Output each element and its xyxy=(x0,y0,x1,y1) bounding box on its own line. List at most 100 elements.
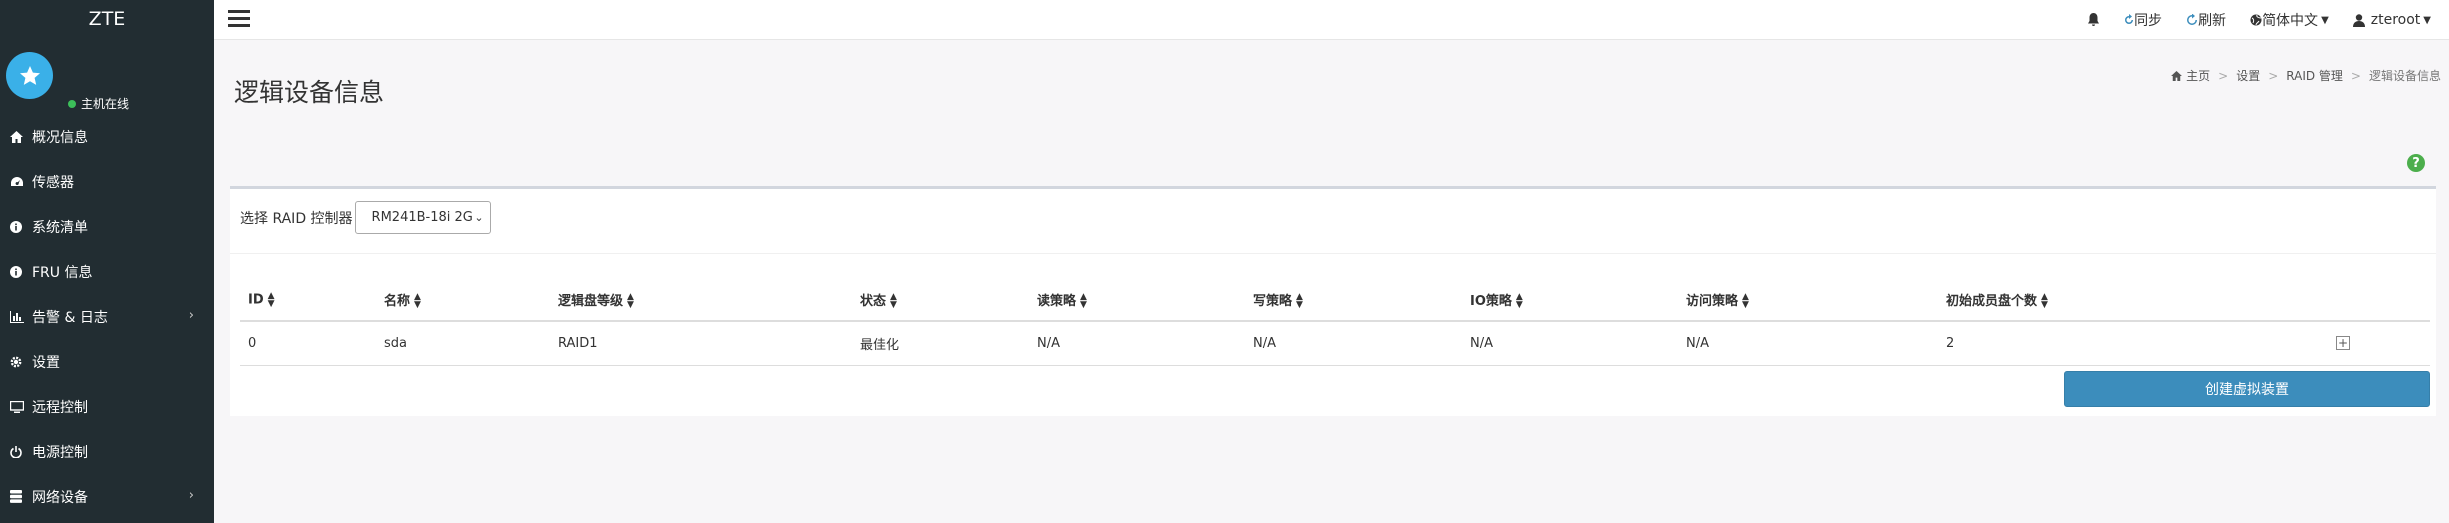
sort-icon: ▲ ▼ xyxy=(414,292,421,311)
sidebar-item-label: 网络设备 xyxy=(32,489,88,506)
column-header-status[interactable]: 状态 ▲ ▼ xyxy=(852,279,1029,322)
divider xyxy=(230,253,2436,254)
sidebar-item-remote-control[interactable]: 远程控制 xyxy=(0,384,214,429)
sidebar-item-label: 传感器 xyxy=(32,174,74,191)
sort-icon: ▲ ▼ xyxy=(1515,292,1523,311)
bell-icon xyxy=(2088,13,2100,26)
table-row: 0 sda RAID1 最佳化 N/A N/A N/A N/A 2 + xyxy=(240,321,2430,366)
sync-button[interactable]: 同步 xyxy=(2124,10,2162,30)
sidebar-item-sensors[interactable]: 传感器 xyxy=(0,159,214,204)
sort-icon: ▲ ▼ xyxy=(890,292,897,311)
sidebar-item-inventory[interactable]: 系统清单 xyxy=(0,204,214,249)
cell-raid-level: RAID1 xyxy=(550,321,852,366)
sort-icon: ▲ ▼ xyxy=(1296,292,1303,311)
cell-id: 0 xyxy=(240,321,376,366)
top-navbar: 同步 刷新 简体中文 ▼ zteroot ▼ xyxy=(214,0,2449,40)
notifications-button[interactable] xyxy=(2087,13,2100,27)
sidebar: ZTE 主机在线 概况信息 传感器 系统清单 FRU 信息 告警 & 日志 › … xyxy=(0,0,214,523)
breadcrumb-separator: > xyxy=(2268,68,2279,83)
brand-logo[interactable]: ZTE xyxy=(0,0,214,38)
host-status-label: 主机在线 xyxy=(81,97,130,111)
refresh-icon xyxy=(2187,14,2198,25)
sort-icon: ▲ ▼ xyxy=(1080,292,1087,311)
breadcrumb-separator: > xyxy=(2218,68,2229,83)
sidebar-item-fru[interactable]: FRU 信息 xyxy=(0,249,214,294)
sidebar-toggle-icon[interactable] xyxy=(228,10,250,30)
expand-row-icon[interactable]: + xyxy=(2336,335,2350,350)
home-icon xyxy=(2171,70,2183,81)
star-icon xyxy=(19,65,40,85)
cell-actions: + xyxy=(2328,321,2430,366)
language-label: 简体中文 xyxy=(2262,13,2319,29)
sidebar-item-alarms-logs[interactable]: 告警 & 日志 › xyxy=(0,294,214,339)
breadcrumb-separator: > xyxy=(2350,68,2361,83)
cell-initial-members: 2 xyxy=(1938,321,2328,366)
controller-label: 选择 RAID 控制器 xyxy=(240,210,353,227)
database-icon xyxy=(10,490,32,503)
caret-down-icon: ▼ xyxy=(2423,14,2431,26)
cell-read-policy: N/A xyxy=(1029,321,1245,366)
gear-icon xyxy=(10,356,32,368)
avatar xyxy=(6,52,53,99)
globe-icon xyxy=(2250,14,2262,26)
logical-device-table: ID ▲ ▼ 名称 ▲ ▼ 逻辑盘等级 ▲ ▼ 状态 ▲ ▼ 读策略 ▲ ▼ 写策略 ▲ ▼ IO策略 ▲… xyxy=(240,279,2430,366)
user-icon xyxy=(2352,13,2365,27)
chart-icon xyxy=(10,310,32,323)
cell-io-policy: N/A xyxy=(1462,321,1678,366)
breadcrumb-settings[interactable]: 设置 xyxy=(2236,67,2260,84)
dashboard-icon xyxy=(10,176,32,188)
sidebar-item-label: FRU 信息 xyxy=(32,264,93,281)
help-icon[interactable]: ? xyxy=(2407,154,2425,172)
sync-label: 同步 xyxy=(2134,13,2163,29)
column-header-name[interactable]: 名称 ▲ ▼ xyxy=(376,279,550,322)
create-virtual-device-button[interactable]: 创建虚拟装置 xyxy=(2064,371,2430,407)
breadcrumb: 主页 > 设置 > RAID 管理 > 逻辑设备信息 xyxy=(2171,67,2441,84)
sync-icon xyxy=(2125,14,2134,24)
breadcrumb-current: 逻辑设备信息 xyxy=(2368,69,2441,83)
raid-controller-value: RM241B-18i 2G xyxy=(371,210,473,225)
breadcrumb-raid[interactable]: RAID 管理 xyxy=(2286,67,2343,84)
sidebar-item-power-control[interactable]: 电源控制 xyxy=(0,429,214,474)
column-header-id[interactable]: ID ▲ ▼ xyxy=(240,279,376,322)
sort-icon: ▲ ▼ xyxy=(267,290,275,309)
raid-controller-select[interactable]: RM241B-18i 2G ⌄ xyxy=(354,201,491,234)
host-status: 主机在线 xyxy=(68,95,129,112)
navbar-actions: 同步 刷新 简体中文 ▼ zteroot ▼ xyxy=(2063,0,2431,40)
cell-status: 最佳化 xyxy=(852,321,1029,366)
sidebar-item-label: 电源控制 xyxy=(32,444,88,461)
language-dropdown[interactable]: 简体中文 ▼ xyxy=(2250,10,2329,30)
user-panel: 主机在线 xyxy=(0,38,214,114)
user-menu[interactable]: zteroot ▼ xyxy=(2352,12,2431,28)
page-title: 逻辑设备信息 xyxy=(234,78,385,107)
column-header-access-policy[interactable]: 访问策略 ▲ ▼ xyxy=(1678,279,1938,322)
sidebar-item-network-devices[interactable]: 网络设备 › xyxy=(0,474,214,519)
column-header-io-policy[interactable]: IO策略 ▲ ▼ xyxy=(1462,279,1678,322)
sidebar-item-overview[interactable]: 概况信息 xyxy=(0,114,214,159)
sidebar-item-settings[interactable]: 设置 xyxy=(0,339,214,384)
chevron-right-icon: › xyxy=(188,308,194,323)
sidebar-item-label: 概况信息 xyxy=(32,129,88,146)
column-header-initial-members[interactable]: 初始成员盘个数 ▲ ▼ xyxy=(1938,279,2328,322)
username: zteroot xyxy=(2370,12,2421,28)
sidebar-item-label: 设置 xyxy=(32,354,60,371)
sort-icon: ▲ ▼ xyxy=(627,292,634,311)
info-icon xyxy=(10,265,32,278)
sidebar-item-label: 系统清单 xyxy=(32,219,88,236)
refresh-button[interactable]: 刷新 xyxy=(2186,10,2226,30)
power-icon xyxy=(10,445,32,458)
cell-name: sda xyxy=(376,321,550,366)
info-icon xyxy=(10,220,32,233)
monitor-icon xyxy=(10,400,32,413)
breadcrumb-home[interactable]: 主页 xyxy=(2186,67,2210,84)
sidebar-item-label: 远程控制 xyxy=(32,399,88,416)
cell-access-policy: N/A xyxy=(1678,321,1938,366)
sort-icon: ▲ ▼ xyxy=(1742,292,1749,311)
column-header-write-policy[interactable]: 写策略 ▲ ▼ xyxy=(1245,279,1462,322)
refresh-label: 刷新 xyxy=(2198,13,2227,29)
chevron-down-icon: ⌄ xyxy=(474,211,484,224)
column-header-read-policy[interactable]: 读策略 ▲ ▼ xyxy=(1029,279,1245,322)
sidebar-item-label: 告警 & 日志 xyxy=(32,309,108,326)
sidebar-menu: 概况信息 传感器 系统清单 FRU 信息 告警 & 日志 › 设置 远程控制 电… xyxy=(0,114,214,519)
table-header-row: ID ▲ ▼ 名称 ▲ ▼ 逻辑盘等级 ▲ ▼ 状态 ▲ ▼ 读策略 ▲ ▼ 写策略 ▲ ▼ IO策略 ▲… xyxy=(240,279,2430,322)
column-header-raid-level[interactable]: 逻辑盘等级 ▲ ▼ xyxy=(550,279,852,322)
